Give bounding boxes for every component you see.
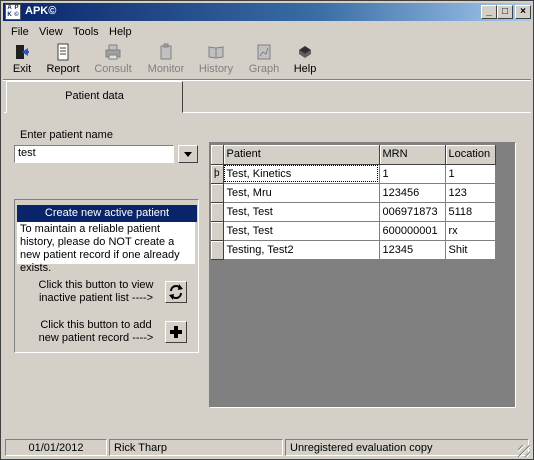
column-header-patient[interactable]: Patient [223,145,380,165]
toolbar-report-label: Report [46,63,80,75]
toolbar-exit-label: Exit [12,63,32,75]
cell-patient[interactable]: Test, Mru [223,183,380,203]
row-indicator [211,202,224,222]
table-row[interactable]: Test, Mru 123456 123 [211,183,496,203]
printer-icon [105,44,121,60]
toolbar-graph-label: Graph [248,63,280,75]
cell-patient[interactable]: Testing, Test2 [223,240,380,260]
plus-icon [170,326,182,338]
menu-help[interactable]: Help [109,26,132,38]
patient-name-input[interactable]: test [14,145,174,163]
toolbar-monitor-label: Monitor [147,63,185,75]
cell-patient[interactable]: Test, Kinetics [223,164,380,184]
table-row[interactable]: Test, Test 006971873 5118 [211,202,496,222]
window-title: APK© [25,5,57,17]
toolbar-consult-button[interactable]: Consult [93,43,133,75]
minimize-button[interactable]: _ [481,5,497,19]
restore-button[interactable]: □ [497,5,513,19]
close-button[interactable]: × [515,5,531,19]
tab-patient-data[interactable]: Patient data [6,81,183,113]
cell-patient[interactable]: Test, Test [223,221,380,241]
toolbar-graph-button[interactable]: Graph [247,43,281,75]
exit-door-icon [16,45,29,59]
toolbar: Exit Report Consult Monitor History Grap… [3,41,531,79]
menu-file[interactable]: File [11,26,29,38]
current-row-indicator: þ [211,164,224,184]
status-bar: 01/01/2012 Rick Tharp Unregistered evalu… [3,438,531,458]
table-row[interactable]: þ Test, Kinetics 1 1 [211,164,496,184]
chevron-down-icon [184,152,192,157]
cell-location[interactable]: Shit [445,240,496,260]
toolbar-history-button[interactable]: History [197,43,235,75]
app-window: A P K © APK© _ □ × File View Tools Help Exi… [0,0,534,460]
table-row[interactable]: Testing, Test2 12345 Shit [211,240,496,260]
clipboard-icon [160,43,172,60]
resize-grip[interactable] [518,445,530,457]
grid-corner-cell [211,145,224,165]
help-book-icon [299,46,311,58]
toolbar-help-label: Help [293,63,317,75]
cell-mrn[interactable]: 1 [379,164,446,184]
inactive-list-hint: Click this button to view inactive patie… [38,279,154,304]
column-header-location[interactable]: Location [445,145,496,165]
cell-mrn[interactable]: 600000001 [379,221,446,241]
toolbar-exit-button[interactable]: Exit [9,43,35,75]
toolbar-monitor-button[interactable]: Monitor [145,43,187,75]
table-row[interactable]: Test, Test 600000001 rx [211,221,496,241]
status-user: Rick Tharp [109,439,283,456]
cell-location[interactable]: 5118 [445,202,496,222]
toolbar-consult-label: Consult [94,63,132,75]
menu-view[interactable]: View [39,26,63,38]
row-indicator [211,221,224,241]
toolbar-help-button[interactable]: Help [291,43,319,75]
cell-patient[interactable]: Test, Test [223,202,380,222]
patient-name-dropdown-button[interactable] [178,145,198,163]
report-document-icon [57,43,69,61]
toolbar-report-button[interactable]: Report [45,43,81,75]
create-patient-notice: To maintain a reliable patient history, … [17,222,195,274]
title-bar[interactable]: A P K © APK© _ □ × [3,3,531,21]
row-indicator [211,183,224,203]
status-license: Unregistered evaluation copy [285,439,529,456]
add-patient-button[interactable] [165,321,187,343]
toolbar-history-label: History [198,63,234,75]
create-patient-header: Create new active patient [17,205,197,222]
swap-arrows-icon [169,284,183,300]
add-patient-hint: Click this button to add new patient rec… [38,319,154,344]
app-icon: A P K © [5,4,21,20]
cell-mrn[interactable]: 123456 [379,183,446,203]
column-header-mrn[interactable]: MRN [379,145,446,165]
status-date: 01/01/2012 [5,439,107,456]
grid-header-row: Patient MRN Location [211,145,496,165]
menu-tools[interactable]: Tools [73,26,99,38]
cell-mrn[interactable]: 12345 [379,240,446,260]
cell-location[interactable]: 123 [445,183,496,203]
row-indicator [211,240,224,260]
menu-bar: File View Tools Help [3,23,531,41]
cell-mrn[interactable]: 006971873 [379,202,446,222]
view-inactive-list-button[interactable] [165,281,187,303]
graph-icon [257,44,271,60]
book-icon [208,46,224,59]
patient-grid: Patient MRN Location þ Test, Kinetics 1 … [211,145,496,260]
patient-name-label: Enter patient name [20,129,113,141]
cell-location[interactable]: rx [445,221,496,241]
cell-location[interactable]: 1 [445,164,496,184]
